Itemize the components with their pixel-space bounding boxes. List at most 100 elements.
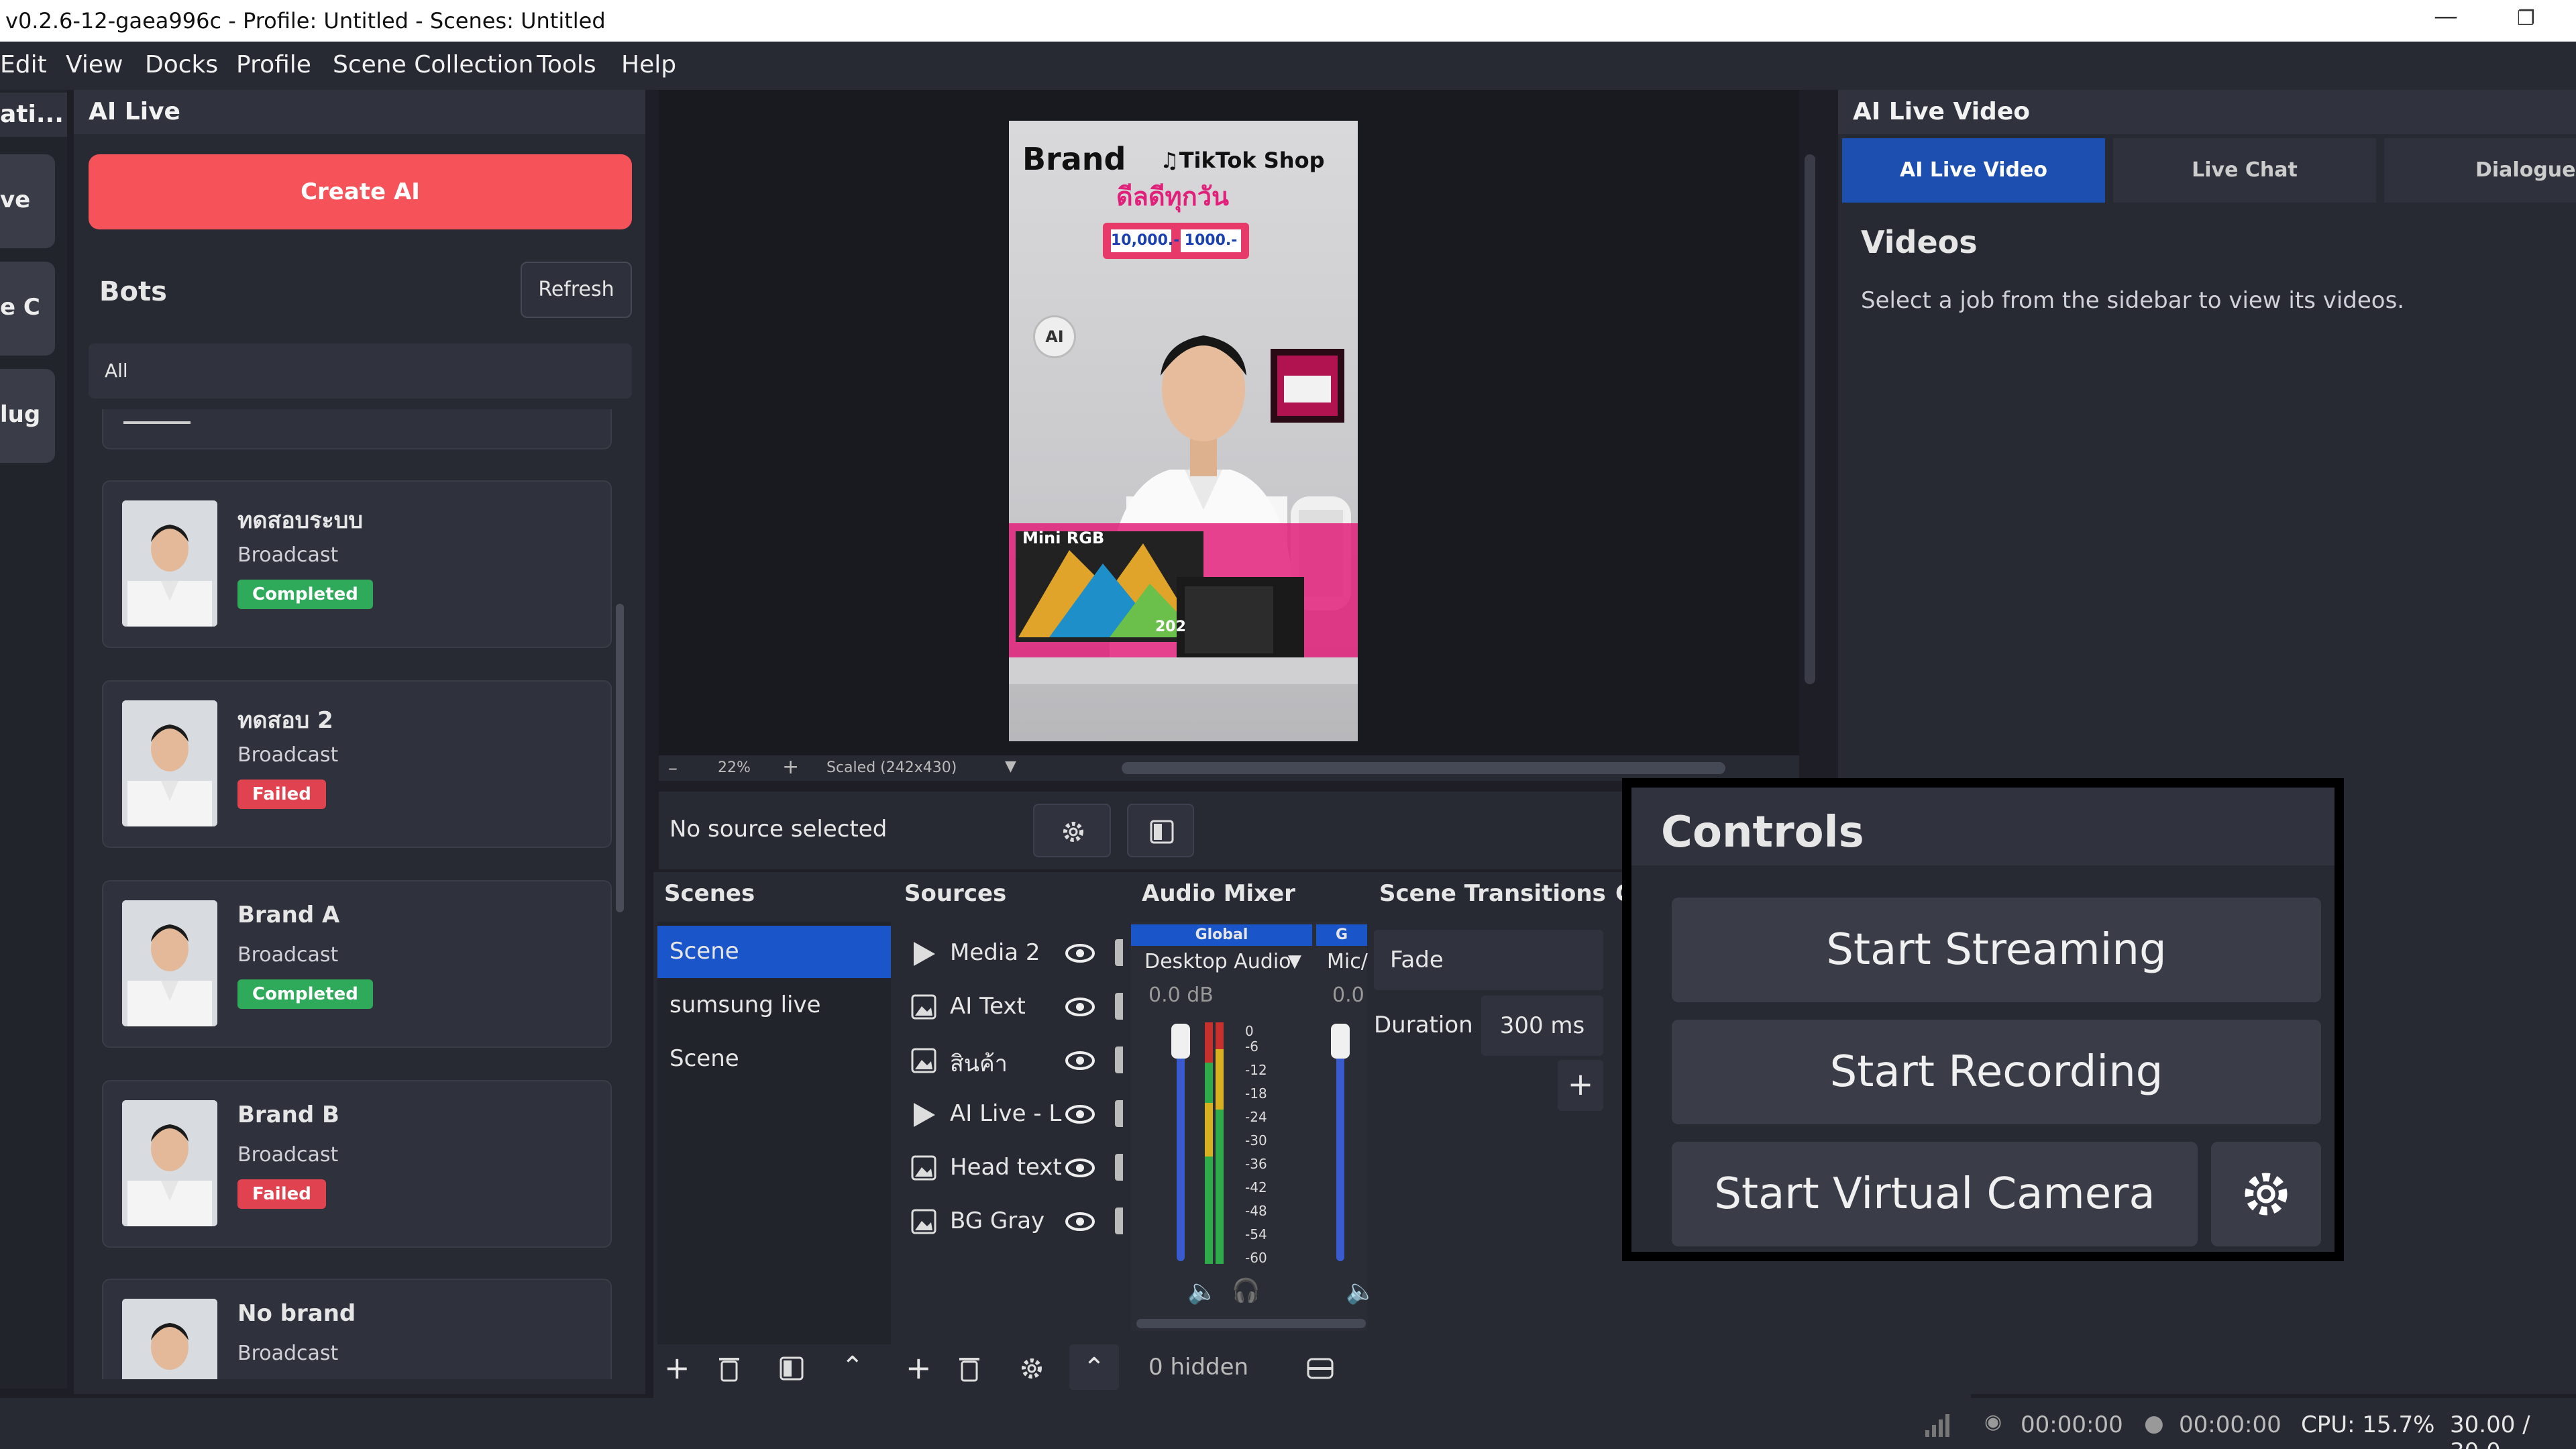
source-settings-button[interactable]: [1033, 804, 1111, 857]
tab-live-chat[interactable]: Live Chat: [2113, 138, 2376, 203]
minimize-icon[interactable]: —: [2434, 3, 2458, 30]
fader-handle[interactable]: [1171, 1024, 1190, 1059]
add-scene-button[interactable]: +: [664, 1350, 690, 1386]
trash-icon[interactable]: [958, 1355, 981, 1382]
side-tab-live[interactable]: ve: [0, 154, 55, 248]
move-up-icon[interactable]: ⌃: [1069, 1344, 1119, 1390]
ai-live-video-title: AI Live Video: [1838, 90, 2576, 134]
scene-item[interactable]: sumsung live: [669, 991, 821, 1018]
menu-docks[interactable]: Docks: [145, 51, 218, 78]
bot-avatar: [122, 900, 217, 1026]
preview-hscrollbar[interactable]: [1122, 762, 1725, 774]
controls-dock: Controls Start Streaming Start Recording…: [1622, 778, 2344, 1261]
source-label: BG Gray: [950, 1208, 1045, 1234]
bot-card[interactable]: Brand A Broadcast Completed: [102, 880, 612, 1048]
lock-icon[interactable]: [1115, 939, 1123, 966]
scale-tick: -18: [1245, 1085, 1267, 1102]
chevron-down-icon[interactable]: ▼: [1005, 758, 1016, 775]
start-recording-button[interactable]: Start Recording: [1672, 1020, 2321, 1124]
virtual-camera-settings-button[interactable]: [2211, 1142, 2321, 1246]
scale-tick: -60: [1245, 1250, 1267, 1266]
duration-label: Duration: [1374, 1012, 1473, 1038]
speaker-icon[interactable]: 🔈: [1346, 1277, 1376, 1305]
preview-canvas[interactable]: Brand ♫TikTok Shop ดีลดีทุกวัน 10,000.- …: [1009, 121, 1358, 741]
menu-tools[interactable]: Tools: [537, 51, 596, 78]
bot-list-scrollbar[interactable]: [616, 604, 624, 912]
speaker-icon[interactable]: 🔈: [1187, 1277, 1218, 1305]
menu-help[interactable]: Help: [621, 51, 676, 78]
menu-view[interactable]: View: [66, 51, 123, 78]
bots-heading: Bots: [99, 276, 167, 307]
add-transition-button[interactable]: +: [1558, 1060, 1603, 1111]
add-source-button[interactable]: +: [906, 1350, 932, 1386]
eye-icon[interactable]: [1065, 1158, 1095, 1178]
headphones-icon[interactable]: 🎧: [1232, 1277, 1260, 1304]
status-bar: ◉ 00:00:00 ● 00:00:00 CPU: 15.7% 30.00 /…: [0, 1398, 2576, 1449]
menu-profile[interactable]: Profile: [236, 51, 311, 78]
source-filters-button[interactable]: [1127, 804, 1194, 857]
eye-icon[interactable]: [1065, 1051, 1095, 1071]
hidden-count: 0 hidden: [1148, 1354, 1249, 1381]
lock-icon[interactable]: [1115, 1208, 1123, 1234]
move-up-icon[interactable]: ⌃: [841, 1351, 864, 1382]
eye-icon[interactable]: [1065, 1212, 1095, 1232]
presenter-image: [1009, 335, 1358, 684]
side-tab-create[interactable]: e C: [0, 262, 55, 356]
bot-avatar: [122, 1100, 217, 1226]
refresh-button[interactable]: Refresh: [521, 262, 632, 318]
volume-fader[interactable]: [1336, 1026, 1344, 1261]
source-label: Media 2: [950, 939, 1040, 966]
image-icon: [911, 1155, 936, 1181]
mixer-hscrollbar[interactable]: [1136, 1319, 1366, 1328]
filter-icon[interactable]: [780, 1356, 804, 1381]
preview-scrollbar[interactable]: [1805, 154, 1815, 684]
zoom-in-button[interactable]: +: [782, 755, 799, 779]
start-virtual-camera-button[interactable]: Start Virtual Camera: [1672, 1142, 2198, 1246]
source-label: AI Live - L: [950, 1100, 1062, 1127]
side-tab-create-label: e C: [0, 294, 40, 321]
side-tab-plugin[interactable]: lug: [0, 369, 55, 463]
restore-icon[interactable]: ❐: [2517, 7, 2535, 30]
controls-title: Controls: [1661, 808, 1864, 857]
window-title: v0.2.6-12-gaea996c - Profile: Untitled -…: [5, 8, 606, 34]
duration-input[interactable]: 300 ms: [1481, 996, 1603, 1056]
create-ai-button[interactable]: Create AI: [89, 154, 632, 229]
lock-icon[interactable]: [1115, 993, 1123, 1020]
bot-card[interactable]: ทดสอบ 2 Broadcast Failed: [102, 680, 612, 848]
bot-name: No brand: [237, 1300, 356, 1327]
bot-card[interactable]: No brand Broadcast: [102, 1279, 612, 1379]
global-tag-2: G: [1316, 924, 1367, 946]
start-streaming-button[interactable]: Start Streaming: [1672, 898, 2321, 1002]
eye-icon[interactable]: [1065, 997, 1095, 1017]
lock-icon[interactable]: [1115, 1154, 1123, 1181]
bot-filter-select[interactable]: All: [89, 343, 632, 398]
volume-fader[interactable]: [1177, 1026, 1185, 1261]
bot-card[interactable]: Brand B Broadcast Failed: [102, 1080, 612, 1248]
zoom-out-button[interactable]: –: [668, 757, 678, 779]
scenes-header: Scenes: [664, 880, 755, 907]
zoom-level: 22%: [718, 759, 751, 776]
bot-card-partial: [102, 409, 612, 449]
fader-handle[interactable]: [1331, 1024, 1350, 1059]
bot-card[interactable]: ทดสอบระบบ Broadcast Completed: [102, 480, 612, 648]
trash-icon[interactable]: [718, 1355, 741, 1382]
lock-icon[interactable]: [1115, 1046, 1123, 1073]
eye-icon[interactable]: [1065, 943, 1095, 963]
scene-list: [657, 922, 891, 1344]
meter-scale: 0 -6 -12 -18 -24 -30 -36 -42 -48 -54 -60: [1245, 1020, 1267, 1270]
transition-select[interactable]: Fade: [1374, 930, 1603, 990]
menu-edit[interactable]: Edit: [0, 51, 47, 78]
scene-item[interactable]: Scene: [669, 1045, 739, 1072]
gear-icon[interactable]: [1018, 1355, 1045, 1382]
tab-ai-live-video[interactable]: AI Live Video: [1842, 138, 2105, 203]
channel-name: Mic/: [1327, 950, 1368, 973]
scene-item[interactable]: Scene: [669, 938, 739, 965]
scale-tick: -48: [1245, 1203, 1267, 1219]
image-icon: [911, 994, 936, 1020]
lock-icon[interactable]: [1115, 1100, 1123, 1127]
channel-menu-icon[interactable]: ▼: [1288, 951, 1301, 971]
menu-scene-collection[interactable]: Scene Collection: [333, 51, 533, 78]
mixer-layout-icon[interactable]: [1307, 1358, 1334, 1379]
eye-icon[interactable]: [1065, 1104, 1095, 1124]
tab-dialogue[interactable]: Dialogue: [2384, 138, 2576, 203]
